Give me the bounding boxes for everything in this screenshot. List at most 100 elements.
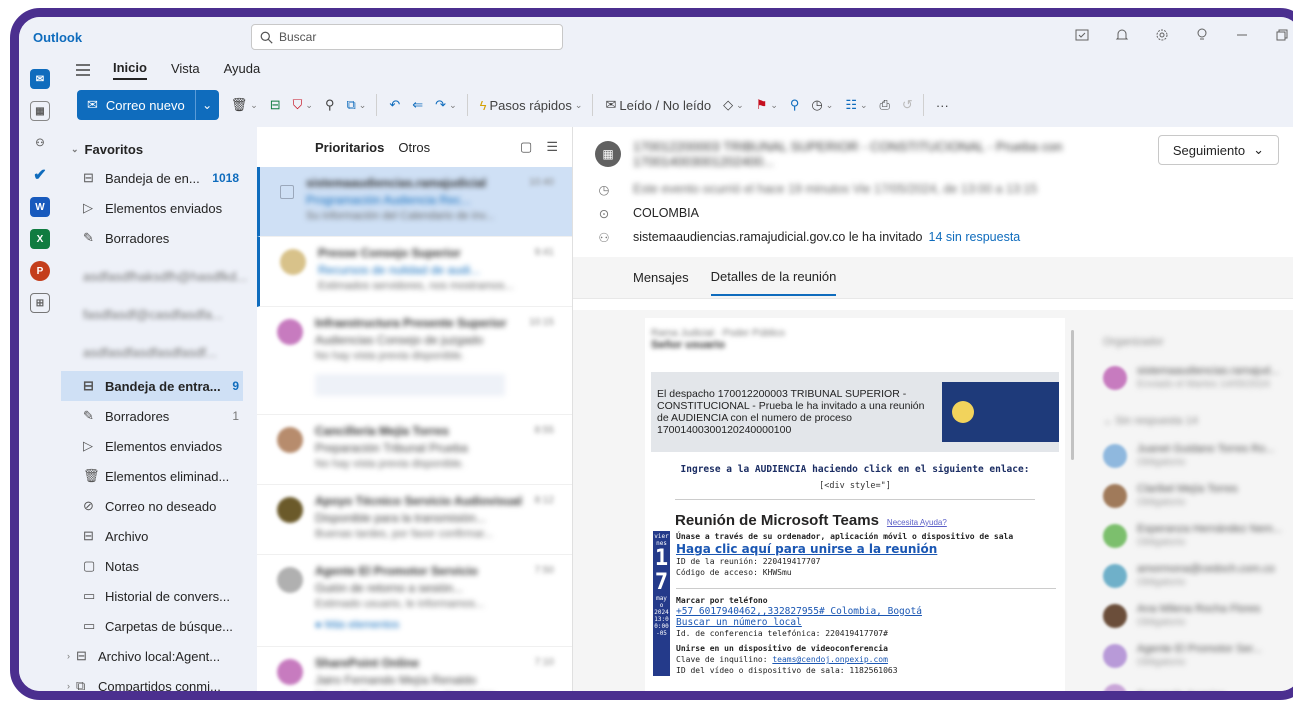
list-item[interactable]: Cancillería Mejía Torres Preparación Trib… bbox=[257, 415, 572, 485]
attendee-item[interactable]: Esperanza Hernández Nem... Obligatorio bbox=[1103, 518, 1293, 554]
join-meeting-link[interactable]: Haga clic aquí para unirse a la reunión bbox=[676, 542, 1056, 556]
favorite-sent[interactable]: ▷ Elementos enviados bbox=[61, 193, 243, 223]
mail-compose-icon: ✉ bbox=[87, 97, 98, 112]
send-icon: ▷ bbox=[83, 438, 93, 453]
move-button[interactable]: ⧉ ⌄ bbox=[347, 97, 367, 113]
find-local-number-link[interactable]: Buscar un número local bbox=[676, 617, 1056, 628]
folder-conversation-history[interactable]: ▭ Historial de convers... bbox=[61, 581, 243, 611]
attendee-item[interactable]: sistemaaudiencias.ramajud... Enviado el M… bbox=[1103, 360, 1293, 396]
apps-icon[interactable]: ⊞ bbox=[30, 293, 50, 313]
sweep-button[interactable]: ⚲ bbox=[325, 97, 335, 113]
account-item[interactable]: asdfasdfasdfasdfasdf... bbox=[61, 337, 243, 367]
follow-up-button[interactable]: Seguimiento ⌄ bbox=[1157, 135, 1279, 165]
people-icon[interactable]: ⚇ bbox=[30, 133, 50, 153]
attendee-item[interactable]: Agente El Promotor Ser... Obligatorio bbox=[1103, 638, 1293, 674]
more-button[interactable]: ··· bbox=[936, 98, 949, 113]
mail-icon[interactable]: ✉ bbox=[30, 69, 50, 89]
organizer-header: Organizador bbox=[1103, 336, 1164, 348]
attendee-item[interactable]: amormona@cedoch.com.co Obligatorio bbox=[1103, 558, 1293, 594]
excel-icon[interactable]: X bbox=[30, 229, 50, 249]
calendar-icon[interactable]: ▦ bbox=[30, 101, 50, 121]
folder-local-archive[interactable]: › ⊟ Archivo local:Agent... bbox=[61, 641, 243, 671]
attendee-item[interactable]: Claribel Mejía Torres Obligatorio bbox=[1103, 478, 1293, 514]
account-item[interactable]: fasdfasdf@casdfasdfa... bbox=[61, 299, 243, 329]
list-item[interactable]: Apoyo Técnico Servicio Audiovisual Dispon… bbox=[257, 485, 572, 555]
list-item[interactable]: Agente El Promotor Servicio Guión de reto… bbox=[257, 555, 572, 647]
flag-button[interactable]: ⚑ ⌄ bbox=[756, 97, 778, 113]
avatar bbox=[277, 319, 303, 345]
reply-all-button[interactable]: ⇐ bbox=[412, 97, 423, 113]
new-mail-dropdown[interactable]: ⌄ bbox=[194, 90, 219, 120]
forward-button[interactable]: ↷ ⌄ bbox=[435, 97, 456, 113]
select-icon[interactable]: ▢ bbox=[520, 139, 532, 155]
app-title: Outlook bbox=[33, 29, 83, 45]
no-response-link[interactable]: 14 sin respuesta bbox=[929, 230, 1021, 244]
help-link[interactable]: Necesita Ayuda? bbox=[887, 518, 947, 527]
restore-icon[interactable] bbox=[1273, 26, 1291, 44]
powerpoint-icon[interactable]: P bbox=[30, 261, 50, 281]
quick-steps-button[interactable]: ϟ Pasos rápidos ⌄ bbox=[480, 98, 583, 113]
list-item[interactable]: sistemaaudiencias.ramajudicial Programaci… bbox=[257, 167, 572, 237]
list-item[interactable]: SharePoint Online Jairo Fernando Mejía Re… bbox=[257, 647, 572, 691]
tab-other[interactable]: Otros bbox=[398, 140, 430, 155]
folder-sent[interactable]: ▷ Elementos enviados bbox=[61, 431, 243, 461]
folder-deleted[interactable]: 🗑 Elementos eliminad... bbox=[61, 461, 243, 491]
pin-button[interactable]: ⚲ bbox=[790, 97, 800, 113]
list-item[interactable]: Presse Consejo Superior Recursos de nulid… bbox=[257, 237, 572, 307]
gear-icon[interactable] bbox=[1153, 26, 1171, 44]
folder-shared[interactable]: › ⧉ Compartidos conmi... bbox=[61, 671, 243, 691]
folder-search-folders[interactable]: ▭ Carpetas de búsque... bbox=[61, 611, 243, 641]
attendee-item[interactable]: Fernando Asenjas bbox=[1103, 678, 1293, 691]
doc-scrollbar[interactable] bbox=[1071, 330, 1074, 460]
categorize-button[interactable]: ◇ ⌄ bbox=[723, 97, 744, 113]
invite-banner: El despacho 170012200003 TRIBUNAL SUPERI… bbox=[651, 372, 1059, 452]
folder-move-icon: ⧉ bbox=[346, 97, 356, 112]
pencil-icon: ✎ bbox=[83, 408, 94, 423]
new-mail-button[interactable]: ✉ Correo nuevo ⌄ bbox=[77, 90, 219, 120]
reply-button[interactable]: ↶ bbox=[389, 97, 400, 113]
folder-archive[interactable]: ⊟ Archivo bbox=[61, 521, 243, 551]
folder-drafts[interactable]: ✎ Borradores 1 bbox=[61, 401, 243, 431]
rules-button[interactable]: ☷ ⌄ bbox=[845, 97, 867, 113]
report-button[interactable]: ⛉ ⌄ bbox=[293, 97, 313, 113]
tenant-key-label: Clave de inquilino: bbox=[676, 655, 768, 664]
favorite-drafts[interactable]: ✎ Borradores bbox=[61, 223, 243, 253]
phone-link[interactable]: +57 6017940462,,332827955# Colombia, Bog… bbox=[676, 606, 1056, 617]
tab-messages[interactable]: Mensajes bbox=[633, 260, 689, 295]
print-button[interactable]: ⎙ bbox=[880, 97, 890, 113]
hamburger-icon[interactable] bbox=[75, 63, 91, 77]
tab-inicio[interactable]: Inicio bbox=[113, 60, 147, 80]
bell-icon[interactable] bbox=[1113, 26, 1131, 44]
attendee-item[interactable]: Ana Milena Rocha Flores Obligatorio bbox=[1103, 598, 1293, 634]
folder-notes[interactable]: ▢ Notas bbox=[61, 551, 243, 581]
minimize-icon[interactable] bbox=[1233, 26, 1251, 44]
undo-button[interactable]: ↺ bbox=[902, 97, 913, 113]
snooze-button[interactable]: ◷ ⌄ bbox=[811, 97, 833, 113]
undo-icon: ↺ bbox=[901, 97, 913, 112]
folder-inbox[interactable]: ⊟ Bandeja de entra... 9 bbox=[61, 371, 243, 401]
note-icon: ▢ bbox=[83, 558, 96, 573]
favorite-inbox[interactable]: ⊟ Bandeja de en... 1018 bbox=[61, 163, 243, 193]
attendee-item[interactable]: Juanet Guidano Torres Ro... Obligatorio bbox=[1103, 438, 1293, 474]
todo-icon[interactable]: ✔ bbox=[30, 165, 50, 185]
tenant-key-link[interactable]: teams@cendoj.onpexip.com bbox=[772, 655, 888, 664]
filter-icon[interactable]: ☰ bbox=[546, 139, 558, 155]
word-icon[interactable]: W bbox=[30, 197, 50, 217]
folder-junk[interactable]: ⊘ Correo no deseado bbox=[61, 491, 243, 521]
tab-ayuda[interactable]: Ayuda bbox=[224, 61, 261, 79]
account-item[interactable]: asdfasdfhaksdfh@hasdfkd... bbox=[61, 261, 247, 291]
tab-meeting-details[interactable]: Detalles de la reunión bbox=[710, 259, 837, 296]
tab-focused[interactable]: Prioritarios bbox=[315, 140, 384, 155]
checkbox[interactable] bbox=[280, 185, 294, 199]
lightbulb-icon[interactable] bbox=[1193, 26, 1211, 44]
reading-pane: ▦ 170012200003 TRIBUNAL SUPERIOR - CONST… bbox=[573, 127, 1293, 691]
list-item[interactable]: Infraestructura Presente Superior Audienc… bbox=[257, 307, 572, 415]
favorites-header[interactable]: ⌄ Favoritos bbox=[61, 135, 257, 163]
read-unread-button[interactable]: ✉ Leído / No leído bbox=[605, 97, 711, 113]
my-day-icon[interactable] bbox=[1073, 26, 1091, 44]
delete-button[interactable]: 🗑 ⌄ bbox=[231, 97, 258, 113]
tab-vista[interactable]: Vista bbox=[171, 61, 200, 79]
search-input[interactable]: Buscar bbox=[251, 24, 563, 50]
quick-steps-label: Pasos rápidos bbox=[489, 97, 572, 113]
archive-button[interactable]: ⊟ bbox=[270, 97, 281, 113]
